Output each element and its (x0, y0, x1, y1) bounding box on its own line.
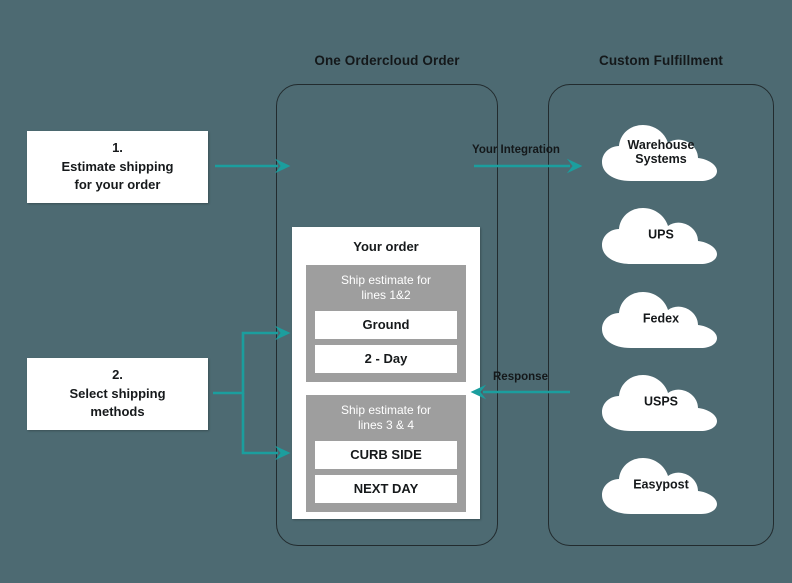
method-option-curb-side[interactable]: CURB SIDE (315, 441, 457, 469)
ship-estimate-group-lines-1-2: Ship estimate for lines 1&2 Ground 2 - D… (306, 265, 466, 382)
est2-title-line2: lines 3 & 4 (357, 418, 415, 432)
arrow-step2-to-lines-1-2 (213, 325, 291, 395)
cloud-icon (602, 208, 717, 264)
method-option-2-day[interactable]: 2 - Day (315, 345, 457, 373)
arrow-label-response: Response (493, 371, 548, 383)
est2-title-line1: Ship estimate for (340, 403, 432, 417)
cloud-easypost[interactable]: Easypost (598, 453, 724, 515)
step1-line2: for your order (74, 177, 161, 193)
est1-title-line2: lines 1&2 (361, 288, 411, 302)
step2-line1: Select shipping (69, 385, 166, 401)
arrow-step2-to-lines-3-4 (241, 393, 291, 461)
ordercloud-group-title: One Ordercloud Order (314, 53, 460, 68)
fulfillment-group-title: Custom Fulfillment (598, 53, 724, 68)
ship-estimate-lines-1-2-title: Ship estimate for lines 1&2 (315, 273, 457, 303)
cloud-warehouse-systems[interactable]: Warehouse Systems (598, 120, 724, 182)
cloud-ups[interactable]: UPS (598, 203, 724, 265)
cloud-icon (602, 375, 717, 431)
step1-number: 1. (112, 139, 123, 155)
cloud-icon (602, 125, 717, 181)
method-option-ground[interactable]: Ground (315, 311, 457, 339)
cloud-icon (602, 292, 717, 348)
diagram-canvas: One Ordercloud Order Custom Fulfillment … (0, 0, 792, 583)
ship-estimate-group-lines-3-4: Ship estimate for lines 3 & 4 CURB SIDE … (306, 395, 466, 512)
step2-number: 2. (112, 366, 123, 382)
method-option-next-day[interactable]: NEXT DAY (315, 475, 457, 503)
step1-line1: Estimate shipping (61, 158, 174, 174)
cloud-icon (602, 458, 717, 514)
your-order-title: Your order (353, 239, 419, 254)
arrow-label-your-integration: Your Integration (472, 144, 560, 156)
ship-estimate-lines-3-4-title: Ship estimate for lines 3 & 4 (315, 403, 457, 433)
step-card-select-shipping-methods[interactable]: 2. Select shipping methods (27, 358, 208, 430)
your-order-panel: Your order Ship estimate for lines 1&2 G… (292, 227, 480, 519)
step-card-estimate-shipping[interactable]: 1. Estimate shipping for your order (27, 131, 208, 203)
step2-line2: methods (90, 404, 145, 420)
cloud-fedex[interactable]: Fedex (598, 287, 724, 349)
est1-title-line1: Ship estimate for (340, 273, 432, 287)
cloud-usps[interactable]: USPS (598, 370, 724, 432)
